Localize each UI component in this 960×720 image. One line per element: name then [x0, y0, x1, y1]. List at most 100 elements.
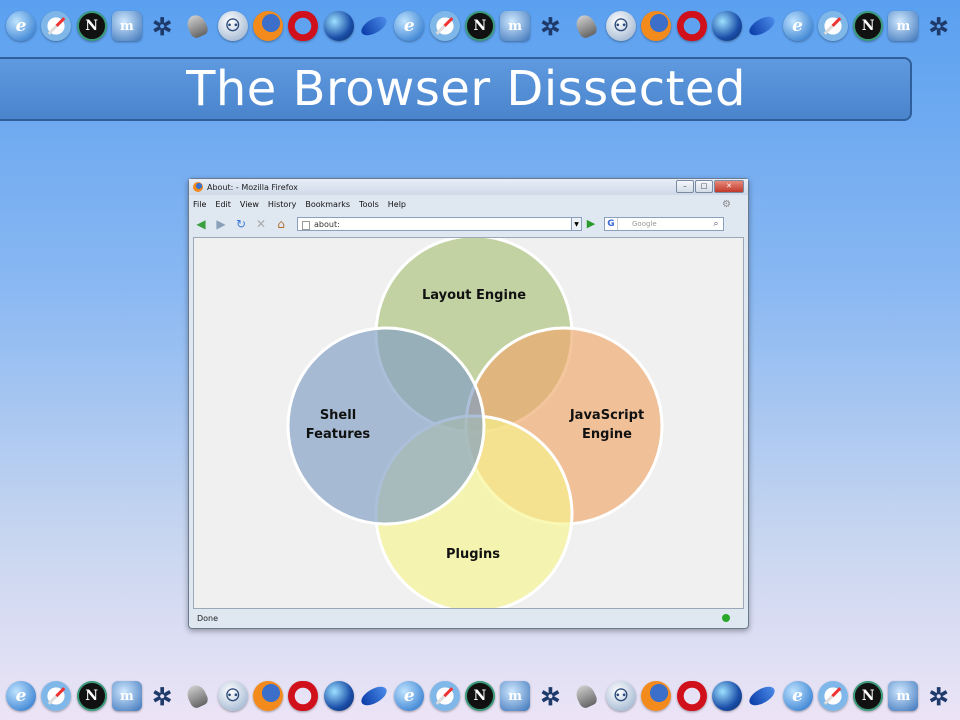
- stop-icon[interactable]: ✕: [253, 217, 269, 231]
- firefox-icon: [253, 681, 284, 711]
- safari-icon: [429, 681, 460, 711]
- konqueror-icon: ✲: [152, 11, 173, 41]
- firefox-icon: [193, 182, 203, 192]
- javascript-engine-label-line1: JavaScript: [569, 408, 644, 423]
- ie-icon: e: [394, 11, 425, 41]
- menu-item-edit[interactable]: Edit: [215, 200, 231, 209]
- mozilla-icon: m: [111, 681, 142, 711]
- mozilla-icon: m: [888, 11, 919, 41]
- mozilla-icon: m: [500, 11, 531, 41]
- status-bar: Done: [193, 611, 744, 625]
- firefox-icon: [641, 11, 672, 41]
- search-placeholder: Google: [632, 220, 657, 228]
- address-dropdown-icon[interactable]: ▼: [572, 217, 582, 231]
- window-controls: – □ ✕: [676, 180, 744, 193]
- ghost-icon: [571, 11, 601, 41]
- search-icon[interactable]: ⌕: [709, 219, 723, 229]
- opera-icon: [288, 681, 319, 711]
- address-text: about:: [314, 219, 340, 229]
- safari-icon: [817, 11, 848, 41]
- flock-icon: [359, 11, 389, 41]
- status-text: Done: [197, 613, 219, 623]
- menu-bar: File Edit View History Bookmarks Tools H…: [193, 197, 744, 211]
- title-banner: The Browser Dissected: [0, 57, 912, 121]
- gear-icon[interactable]: ⚙: [722, 199, 731, 210]
- page-content: Layout Engine JavaScript Engine Plugins …: [193, 237, 744, 609]
- ie-icon: e: [782, 681, 813, 711]
- globe-icon: [323, 11, 354, 41]
- safari-icon: [41, 11, 72, 41]
- opera-icon: [676, 11, 707, 41]
- flock-icon: [747, 681, 777, 711]
- minimize-button[interactable]: –: [676, 180, 694, 193]
- netscape-icon: N: [76, 11, 107, 41]
- opera-icon: [676, 681, 707, 711]
- address-bar[interactable]: about:: [297, 217, 572, 231]
- globe-icon: [323, 681, 354, 711]
- ie-icon: e: [394, 681, 425, 711]
- netscape-icon: N: [76, 681, 107, 711]
- google-icon[interactable]: G: [605, 218, 618, 230]
- ie-icon: e: [6, 681, 36, 711]
- menu-item-tools[interactable]: Tools: [359, 200, 379, 209]
- window-title: About: - Mozilla Firefox: [207, 182, 298, 192]
- opera-icon: [288, 11, 319, 41]
- browser-window: About: - Mozilla Firefox – □ ✕ File Edit…: [188, 178, 749, 629]
- layout-engine-label: Layout Engine: [422, 288, 526, 303]
- navigation-toolbar: ◀ ▶ ↻ ✕ ⌂ about: ▼ ▶ G Google ⌕: [193, 213, 744, 235]
- menu-item-bookmarks[interactable]: Bookmarks: [305, 200, 350, 209]
- konqueror-icon: ✲: [540, 681, 561, 711]
- plugins-label: Plugins: [446, 547, 500, 562]
- home-icon[interactable]: ⌂: [273, 217, 289, 231]
- ghost-icon: [571, 681, 601, 711]
- ghost-icon: [182, 11, 212, 41]
- status-ok-icon: [722, 614, 730, 622]
- seamonkey-icon: ⚇: [606, 11, 637, 41]
- shell-features-label-line2: Features: [306, 427, 371, 442]
- bottom-browser-icon-strip: e Nm ✲ ⚇ e Nm ✲ ⚇ e Nm ✲: [0, 674, 960, 718]
- venn-diagram: Layout Engine JavaScript Engine Plugins …: [286, 238, 664, 608]
- ghost-icon: [182, 681, 212, 711]
- safari-icon: [41, 681, 72, 711]
- menu-item-view[interactable]: View: [240, 200, 259, 209]
- ie-icon: e: [6, 11, 36, 41]
- go-icon[interactable]: ▶: [584, 217, 598, 231]
- menu-item-help[interactable]: Help: [388, 200, 406, 209]
- back-arrow-icon[interactable]: ◀: [193, 217, 209, 231]
- netscape-icon: N: [464, 681, 495, 711]
- netscape-icon: N: [853, 11, 884, 41]
- konqueror-icon: ✲: [540, 11, 561, 41]
- window-titlebar: About: - Mozilla Firefox – □ ✕: [189, 179, 748, 195]
- ie-icon: e: [782, 11, 813, 41]
- netscape-icon: N: [853, 681, 884, 711]
- seamonkey-icon: ⚇: [217, 11, 248, 41]
- reload-icon[interactable]: ↻: [233, 217, 249, 231]
- seamonkey-icon: ⚇: [606, 681, 637, 711]
- konqueror-icon: ✲: [928, 11, 949, 41]
- mozilla-icon: m: [888, 681, 919, 711]
- netscape-icon: N: [464, 11, 495, 41]
- safari-icon: [817, 681, 848, 711]
- mozilla-icon: m: [111, 11, 142, 41]
- close-button[interactable]: ✕: [714, 180, 744, 193]
- mozilla-icon: m: [500, 681, 531, 711]
- firefox-icon: [641, 681, 672, 711]
- firefox-icon: [253, 11, 284, 41]
- forward-arrow-icon[interactable]: ▶: [213, 217, 229, 231]
- konqueror-icon: ✲: [928, 681, 949, 711]
- menu-item-file[interactable]: File: [193, 200, 206, 209]
- maximize-button[interactable]: □: [695, 180, 713, 193]
- globe-icon: [711, 11, 742, 41]
- konqueror-icon: ✲: [152, 681, 173, 711]
- shell-features-circle: [286, 326, 486, 526]
- search-input[interactable]: G Google ⌕: [604, 217, 724, 231]
- globe-icon: [711, 681, 742, 711]
- top-browser-icon-strip: e Nm ✲ ⚇ e Nm ✲ ⚇ e Nm ✲: [0, 4, 960, 48]
- menu-item-history[interactable]: History: [268, 200, 296, 209]
- flock-icon: [747, 11, 777, 41]
- shell-features-label-line1: Shell: [320, 408, 356, 423]
- safari-icon: [429, 11, 460, 41]
- javascript-engine-label-line2: Engine: [582, 427, 632, 442]
- slide-title: The Browser Dissected: [186, 61, 746, 117]
- flock-icon: [359, 681, 389, 711]
